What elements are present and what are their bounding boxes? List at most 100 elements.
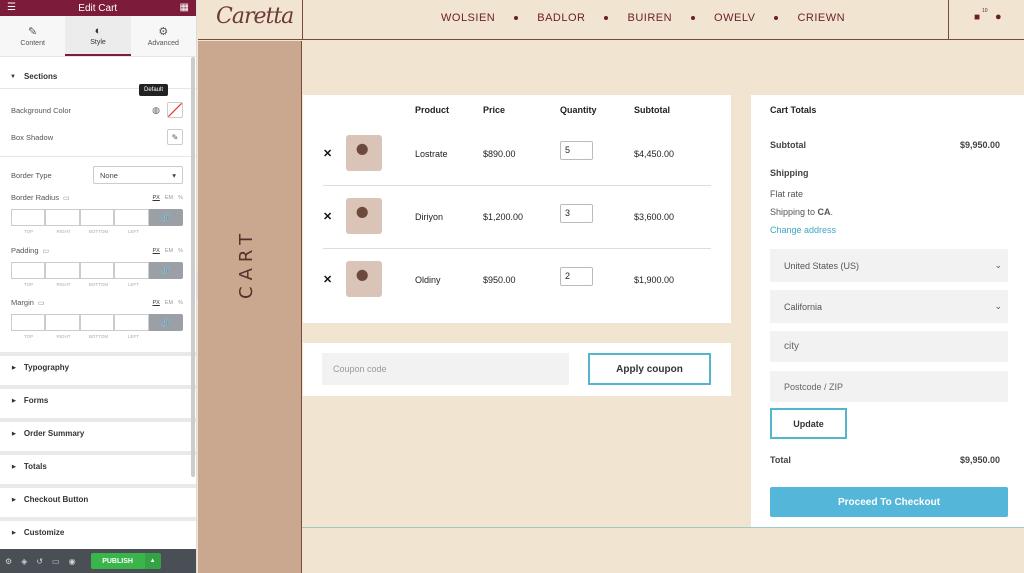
panel-footer: ⚙ ◈ ↺ ▭ ◉ PUBLISH ▲ bbox=[0, 549, 196, 573]
section-forms[interactable]: ▶ Forms bbox=[0, 385, 196, 412]
left-input[interactable] bbox=[114, 209, 149, 226]
bottom-input[interactable] bbox=[79, 314, 115, 331]
color-swatch[interactable] bbox=[167, 102, 183, 118]
shipping-to-text: Shipping to CA. bbox=[770, 207, 834, 217]
edit-pencil-icon[interactable]: ✎ bbox=[167, 129, 183, 145]
right-input[interactable] bbox=[45, 209, 80, 226]
product-name[interactable]: Oldiny bbox=[415, 275, 441, 285]
product-subtotal: $1,900.00 bbox=[634, 275, 675, 285]
monitor-icon[interactable]: ▭ bbox=[43, 248, 50, 255]
caret-right-icon: ▶ bbox=[12, 430, 16, 437]
border-type-select[interactable]: None ▾ bbox=[93, 166, 183, 184]
tab-label: Advanced bbox=[147, 40, 179, 47]
update-button[interactable]: Update bbox=[770, 408, 847, 439]
top-input[interactable] bbox=[11, 314, 46, 331]
panel-scrollbar[interactable] bbox=[191, 57, 195, 477]
cart-table: Product Price Quantity Subtotal ✕ Lostra… bbox=[303, 95, 731, 323]
section-totals[interactable]: ▶ Totals bbox=[0, 451, 196, 478]
units-toggle[interactable]: PX EM% bbox=[153, 248, 183, 254]
page-side-strip: CART bbox=[198, 41, 302, 573]
top-input[interactable] bbox=[11, 209, 46, 226]
tab-advanced[interactable]: ⚙ Advanced bbox=[131, 16, 196, 56]
border-type-label: Border Type bbox=[11, 170, 52, 180]
left-input[interactable] bbox=[114, 314, 149, 331]
link-icon[interactable]: 🔗 bbox=[148, 314, 183, 331]
padding-row: Padding ▭ PX EM% bbox=[11, 246, 183, 255]
state-select[interactable]: California ⌄ bbox=[770, 290, 1008, 323]
units-toggle[interactable]: PX EM% bbox=[153, 195, 183, 201]
change-address-link[interactable]: Change address bbox=[770, 225, 836, 235]
globe-icon[interactable]: ◍ bbox=[149, 103, 163, 117]
product-name[interactable]: Diriyon bbox=[415, 212, 443, 222]
settings-icon[interactable]: ⚙ bbox=[5, 557, 12, 566]
user-icon[interactable]: ● bbox=[995, 11, 1002, 23]
apply-coupon-button[interactable]: Apply coupon bbox=[588, 353, 711, 385]
divider bbox=[0, 156, 196, 157]
nav-dot bbox=[604, 16, 609, 20]
units-toggle[interactable]: PX EM% bbox=[153, 300, 183, 306]
remove-item-icon[interactable]: ✕ bbox=[323, 273, 332, 286]
nav-item[interactable]: OWELV bbox=[714, 12, 755, 24]
product-subtotal: $4,450.00 bbox=[634, 149, 675, 159]
nav-item[interactable]: BUIREN bbox=[627, 12, 672, 24]
bottom-input[interactable] bbox=[79, 209, 115, 226]
tab-style[interactable]: ◐ Style bbox=[65, 16, 131, 56]
remove-item-icon[interactable]: ✕ bbox=[323, 210, 332, 223]
eye-icon[interactable]: ◉ bbox=[69, 557, 76, 566]
quantity-input[interactable]: 3 bbox=[560, 204, 593, 223]
shipping-label: Shipping bbox=[770, 168, 809, 178]
product-price: $1,200.00 bbox=[483, 212, 524, 222]
product-price: $950.00 bbox=[483, 275, 516, 285]
nav-item[interactable]: BADLOR bbox=[537, 12, 585, 24]
city-input[interactable]: city bbox=[770, 331, 1008, 362]
remove-item-icon[interactable]: ✕ bbox=[323, 147, 332, 160]
publish-options-icon[interactable]: ▲ bbox=[144, 553, 161, 569]
section-order-summary[interactable]: ▶ Order Summary bbox=[0, 418, 196, 445]
publish-button[interactable]: PUBLISH bbox=[90, 553, 145, 569]
section-typography[interactable]: ▶ Typography bbox=[0, 352, 196, 379]
link-icon[interactable]: 🔗 bbox=[148, 262, 183, 279]
box-shadow-row: Box Shadow ✎ bbox=[11, 129, 183, 145]
table-row: ✕ Oldiny $950.00 2 $1,900.00 bbox=[323, 249, 711, 312]
app: ☰ Edit Cart ▦ ✎ Content ◐ Style ⚙ Advanc… bbox=[0, 0, 1024, 573]
tab-content[interactable]: ✎ Content bbox=[0, 16, 65, 56]
quantity-input[interactable]: 2 bbox=[560, 267, 593, 286]
section-customize[interactable]: ▶ Customize bbox=[0, 517, 196, 544]
right-input[interactable] bbox=[45, 262, 80, 279]
quantity-input[interactable]: 5 bbox=[560, 141, 593, 160]
product-thumbnail[interactable] bbox=[346, 261, 382, 297]
border-type-value: None bbox=[100, 170, 118, 180]
hamburger-icon[interactable]: ☰ bbox=[7, 3, 16, 13]
postcode-input[interactable]: Postcode / ZIP bbox=[770, 371, 1008, 402]
responsive-icon[interactable]: ▭ bbox=[52, 557, 60, 566]
cart-icon[interactable]: ■ bbox=[974, 12, 980, 23]
proceed-to-checkout-button[interactable]: Proceed To Checkout bbox=[770, 487, 1008, 517]
coupon-area: Coupon code Apply coupon bbox=[303, 343, 731, 396]
right-input[interactable] bbox=[45, 314, 80, 331]
product-name[interactable]: Lostrate bbox=[415, 149, 448, 159]
product-thumbnail[interactable] bbox=[346, 135, 382, 171]
link-icon[interactable]: 🔗 bbox=[148, 209, 183, 226]
bottom-input[interactable] bbox=[79, 262, 115, 279]
padding-label: Padding ▭ bbox=[11, 246, 50, 255]
coupon-input[interactable]: Coupon code bbox=[322, 353, 569, 385]
monitor-icon[interactable]: ▭ bbox=[38, 300, 45, 307]
country-select[interactable]: United States (US) ⌄ bbox=[770, 249, 1008, 282]
state-value: California bbox=[784, 301, 823, 312]
monitor-icon[interactable]: ▭ bbox=[63, 195, 70, 202]
nav-dot bbox=[514, 16, 519, 20]
grid-icon[interactable]: ▦ bbox=[180, 3, 189, 13]
caret-down-icon: ▼ bbox=[10, 73, 16, 80]
product-thumbnail[interactable] bbox=[346, 198, 382, 234]
section-checkout-button[interactable]: ▶ Checkout Button bbox=[0, 484, 196, 511]
header-product: Product bbox=[415, 105, 450, 115]
header-price: Price bbox=[483, 105, 506, 115]
layers-icon[interactable]: ◈ bbox=[21, 557, 27, 566]
site-logo[interactable]: Caretta bbox=[216, 4, 294, 29]
top-input[interactable] bbox=[11, 262, 46, 279]
nav-item[interactable]: CRIEWN bbox=[797, 12, 845, 24]
nav-item[interactable]: WOLSIEN bbox=[441, 12, 495, 24]
divider bbox=[948, 0, 949, 40]
history-icon[interactable]: ↺ bbox=[36, 557, 43, 566]
left-input[interactable] bbox=[114, 262, 149, 279]
